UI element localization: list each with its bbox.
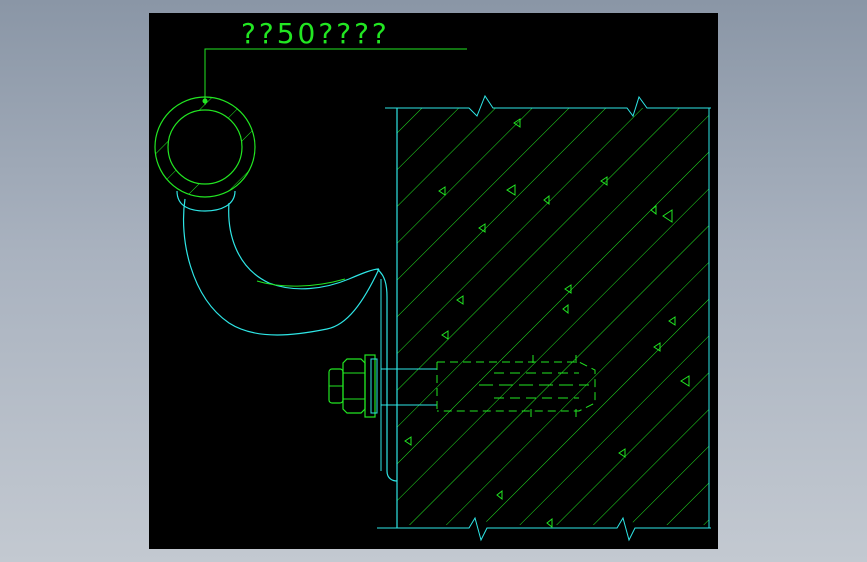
- cad-drawing-canvas: ??50????: [149, 13, 718, 549]
- bracket-plate-and-nut: [328, 268, 398, 482]
- railing-bracket-section-drawing: ??50????: [154, 17, 711, 542]
- handrail-tube: [154, 96, 256, 198]
- concrete-wall: [377, 94, 711, 542]
- label-text: ??50????: [241, 17, 390, 50]
- leader-line: [204, 48, 467, 105]
- bracket-arm: [176, 190, 380, 336]
